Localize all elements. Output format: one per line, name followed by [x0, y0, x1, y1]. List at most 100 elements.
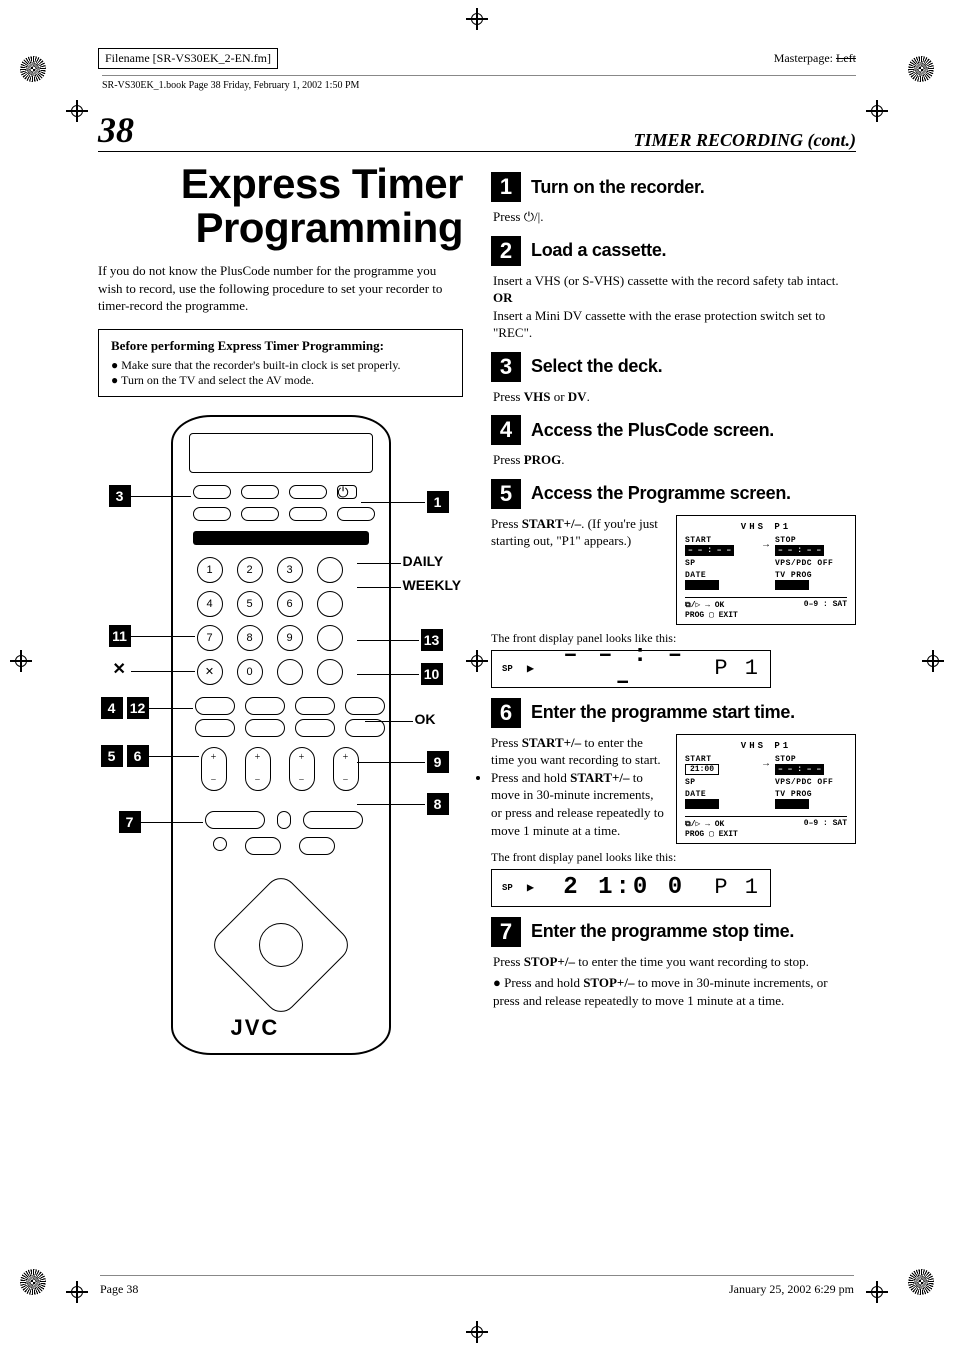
step-text: . — [561, 452, 564, 467]
masterpage: Masterpage: Left — [774, 51, 856, 66]
leader-line — [149, 708, 193, 709]
remote-button — [241, 507, 279, 521]
cancel-button: ✕ — [197, 659, 223, 685]
keypad-2: 2 — [237, 557, 263, 583]
step-title: Access the PlusCode screen. — [531, 420, 774, 441]
rew-button — [205, 811, 265, 829]
stop-button — [245, 837, 281, 855]
masterpage-value: Left — [836, 51, 856, 65]
osd-hint: 0–9 : SAT — [804, 819, 847, 839]
arrow-right-icon: → — [757, 540, 775, 551]
step-title: Select the deck. — [531, 356, 662, 377]
page-footer: Page 38 January 25, 2002 6:29 pm — [100, 1275, 854, 1297]
key-stop: STOP+/– — [583, 975, 634, 990]
step-number: 7 — [491, 917, 521, 947]
keypad-4: 4 — [197, 591, 223, 617]
keypad-5: 5 — [237, 591, 263, 617]
remote-model-bar — [193, 531, 369, 545]
step-text: Press — [493, 209, 524, 224]
osd-hint: ⧉/▷ → OK — [685, 819, 738, 829]
step-number: 5 — [491, 479, 521, 509]
step-number: 2 — [491, 236, 521, 266]
remote-button — [345, 697, 385, 715]
leader-line — [131, 636, 195, 637]
callout-11: 11 — [109, 625, 131, 647]
remote-button — [317, 591, 343, 617]
leader-line — [131, 671, 195, 672]
osd-screen-5: VHS P1 START– – : – – → STOP– – : – – SP… — [676, 515, 856, 625]
remote-button — [241, 485, 279, 499]
remote-button — [317, 557, 343, 583]
crop-mark — [66, 100, 88, 122]
keypad-8: 8 — [237, 625, 263, 651]
title-line-2: Programming — [195, 204, 463, 251]
pause-button — [299, 837, 335, 855]
lcd-time: – – : – – — [548, 642, 700, 696]
remote-button — [277, 659, 303, 685]
step-1: 1 Turn on the recorder. Press ⏻/|. — [491, 172, 856, 226]
leader-line — [357, 762, 425, 763]
filename-box: Filename [SR-VS30EK_2-EN.fm] — [98, 48, 278, 69]
step-text: Press — [493, 452, 524, 467]
before-box-title: Before performing Express Timer Programm… — [111, 338, 450, 354]
key-vhs: VHS — [524, 389, 551, 404]
callout-10: 10 — [421, 663, 443, 685]
key-start: START+/– — [522, 516, 581, 531]
footer-page: Page 38 — [100, 1282, 138, 1297]
registration-sunburst — [20, 1269, 46, 1295]
dpad-center — [259, 923, 303, 967]
lcd-sp: SP — [502, 664, 513, 674]
osd-label: STOP — [775, 755, 847, 764]
registration-sunburst — [908, 56, 934, 82]
leader-line — [361, 502, 425, 503]
crop-mark — [466, 8, 488, 30]
osd-label: TV PROG — [775, 790, 847, 799]
osd-label: SP — [685, 778, 757, 787]
callout-daily: DAILY — [403, 553, 444, 569]
osd-label: TV PROG — [775, 571, 847, 580]
step-text: or — [550, 389, 567, 404]
remote-button — [245, 697, 285, 715]
callout-weekly: WEEKLY — [403, 577, 462, 593]
start-plus-minus: +− — [201, 747, 227, 791]
callout-1: 1 — [427, 491, 449, 513]
callout-8: 8 — [427, 793, 449, 815]
play-icon: ▶ — [527, 880, 534, 895]
keypad-3: 3 — [277, 557, 303, 583]
lcd-sp: SP — [502, 883, 513, 893]
osd-value: 21:00 — [685, 764, 719, 775]
step-number: 6 — [491, 698, 521, 728]
osd-label: START — [685, 536, 757, 545]
step-text: to enter the time you want recording to … — [575, 954, 809, 969]
leader-line — [357, 640, 419, 641]
masterpage-label: Masterpage: — [774, 51, 833, 65]
remote-button — [295, 697, 335, 715]
right-column: 1 Turn on the recorder. Press ⏻/|. 2 Loa… — [491, 162, 856, 1055]
remote-button — [289, 507, 327, 521]
leader-line — [365, 721, 413, 722]
registration-sunburst — [908, 1269, 934, 1295]
osd-label: STOP — [775, 536, 847, 545]
step-3: 3 Select the deck. Press VHS or DV. — [491, 352, 856, 406]
date-plus-minus: +− — [289, 747, 315, 791]
key-dv: DV — [568, 389, 587, 404]
keypad-9: 9 — [277, 625, 303, 651]
leader-line — [357, 804, 425, 805]
step-text: Press — [493, 389, 524, 404]
keypad-0: 0 — [237, 659, 263, 685]
step-title: Load a cassette. — [531, 240, 666, 261]
rec-button — [213, 837, 227, 851]
callout-3: 3 — [109, 485, 131, 507]
step-text: Insert a Mini DV cassette with the erase… — [493, 307, 856, 342]
step-5: 5 Access the Programme screen. Press STA… — [491, 479, 856, 688]
remote-button — [317, 659, 343, 685]
step-text: . — [587, 389, 590, 404]
osd-header: VHS P1 — [685, 522, 847, 532]
step-title: Enter the programme stop time. — [531, 921, 794, 942]
play-button — [277, 811, 291, 829]
crop-mark — [866, 1281, 888, 1303]
remote-button — [195, 697, 235, 715]
osd-hint: 0–9 : SAT — [804, 600, 847, 620]
osd-hint: PROG ▢ EXIT — [685, 829, 738, 839]
osd-label: DATE — [685, 790, 757, 799]
